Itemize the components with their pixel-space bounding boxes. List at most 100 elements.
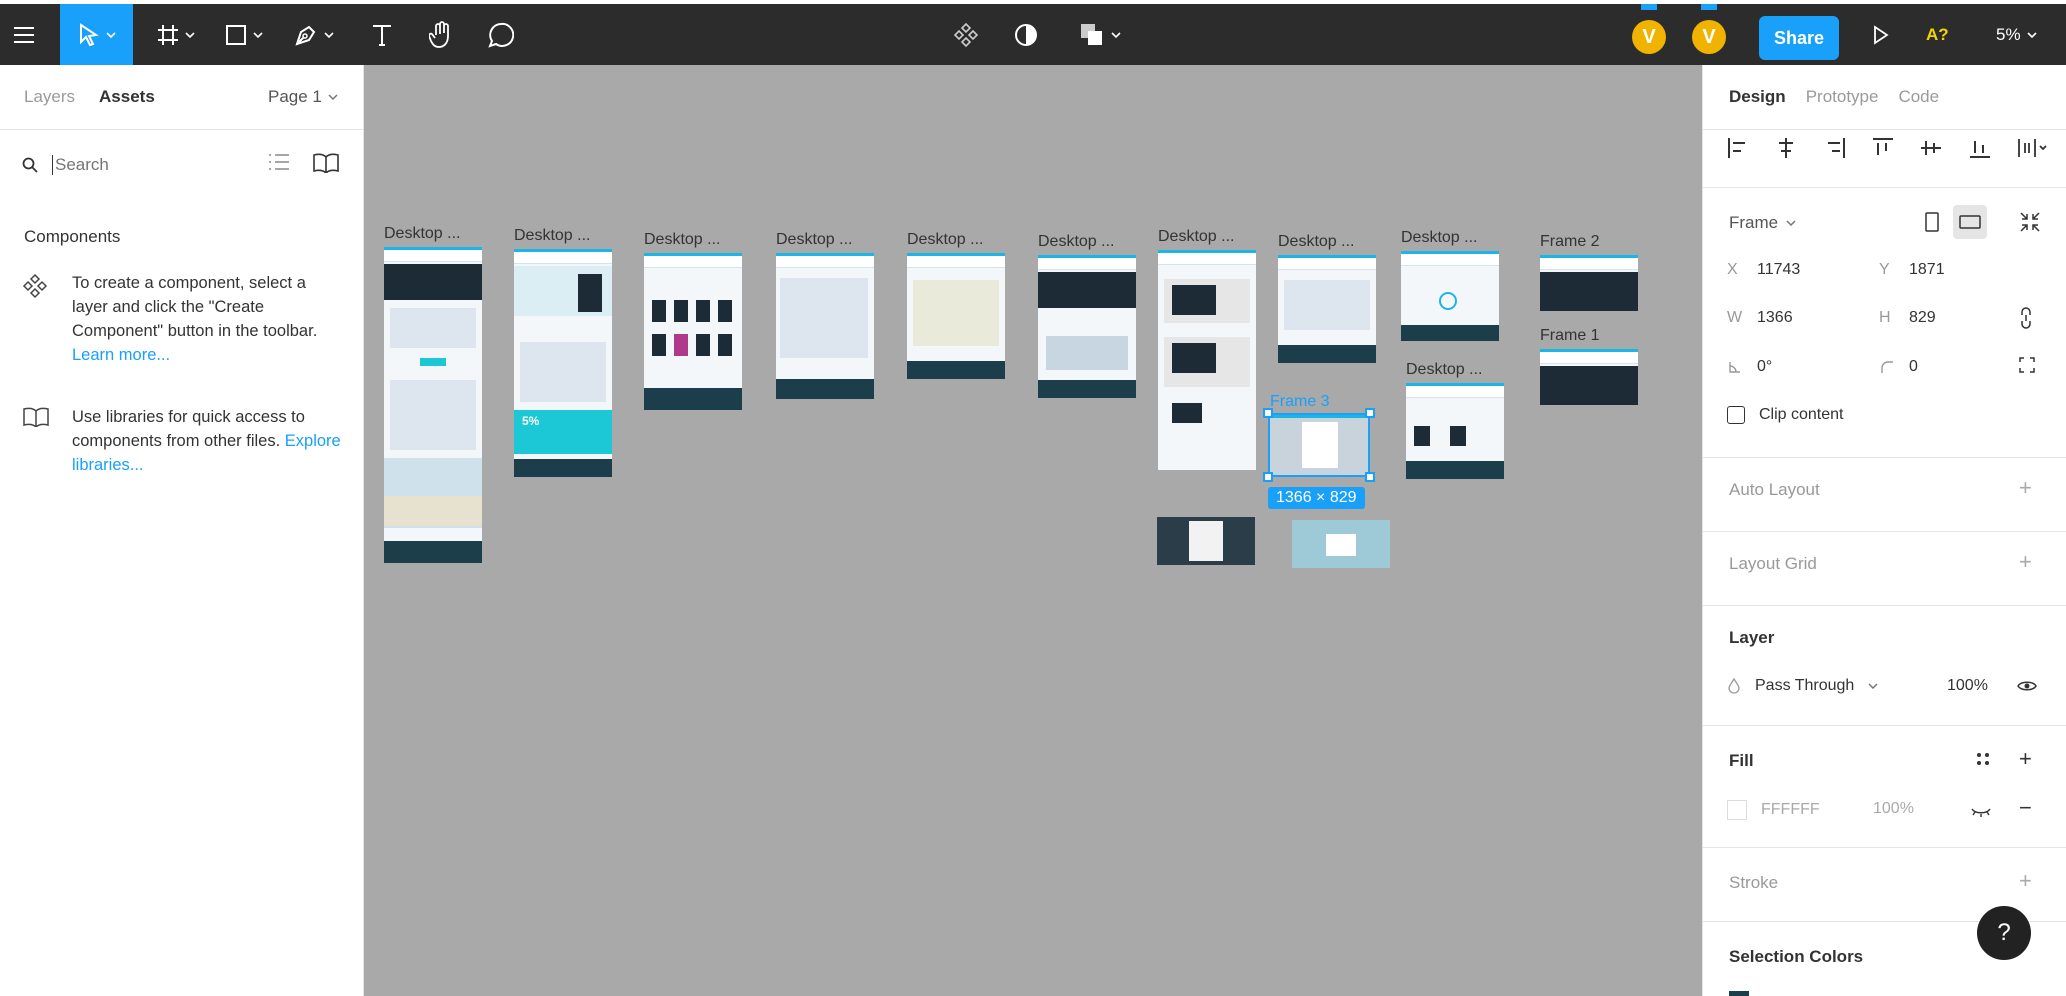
y-position-field[interactable]: Y 1871 bbox=[1879, 261, 1945, 279]
frame-thumbnail[interactable]: 5% bbox=[514, 249, 612, 477]
main-menu-button[interactable] bbox=[0, 4, 48, 65]
frame-label[interactable]: Desktop ... bbox=[1038, 233, 1114, 251]
resize-handle[interactable] bbox=[1365, 408, 1375, 418]
text-tool-button[interactable] bbox=[360, 4, 404, 65]
align-bottom-icon[interactable] bbox=[1969, 137, 1991, 159]
frame-thumbnail[interactable] bbox=[1292, 520, 1390, 568]
portrait-orientation-button[interactable] bbox=[1915, 205, 1949, 239]
mask-button[interactable] bbox=[1006, 4, 1046, 65]
height-field[interactable]: H 829 bbox=[1879, 309, 1936, 327]
resize-handle[interactable] bbox=[1263, 408, 1273, 418]
fill-styles-button[interactable] bbox=[1975, 751, 1991, 772]
x-position-field[interactable]: X 11743 bbox=[1727, 261, 1800, 279]
selection-box[interactable] bbox=[1268, 413, 1370, 477]
move-tool-button[interactable] bbox=[60, 4, 133, 65]
auto-layout-title: Auto Layout bbox=[1729, 480, 1820, 499]
tab-design[interactable]: Design bbox=[1729, 87, 1786, 107]
align-horizontal-center-icon[interactable] bbox=[1775, 137, 1797, 159]
zoom-dropdown[interactable]: 5% bbox=[1996, 25, 2037, 45]
team-library-button[interactable] bbox=[312, 153, 340, 178]
frame-thumbnail[interactable] bbox=[1158, 250, 1256, 470]
frame-thumbnail[interactable] bbox=[776, 253, 874, 399]
frame-label[interactable]: Desktop ... bbox=[1401, 229, 1477, 247]
frame-label[interactable]: Desktop ... bbox=[1278, 233, 1354, 251]
add-auto-layout-button[interactable]: + bbox=[2019, 475, 2032, 501]
corner-radius-icon bbox=[1881, 361, 1893, 373]
tab-assets[interactable]: Assets bbox=[99, 87, 155, 107]
search-input[interactable] bbox=[52, 155, 232, 175]
frame-thumbnail[interactable] bbox=[1157, 517, 1255, 565]
zoom-value: 5% bbox=[1996, 25, 2021, 44]
frame-thumbnail[interactable] bbox=[1278, 255, 1376, 363]
frame-tool-button[interactable] bbox=[148, 4, 204, 65]
clip-content-checkbox[interactable]: Clip content bbox=[1727, 406, 1844, 424]
fill-row[interactable]: FFFFFF bbox=[1727, 800, 1820, 820]
align-right-icon[interactable] bbox=[1824, 137, 1846, 159]
design-canvas[interactable]: Desktop ... Desktop ... 5% Desktop ... D bbox=[364, 65, 1702, 996]
fonts-missing-indicator[interactable]: A? bbox=[1926, 25, 1949, 45]
frame-thumbnail[interactable] bbox=[644, 253, 742, 410]
frame-thumbnail[interactable] bbox=[1540, 255, 1638, 311]
present-button[interactable] bbox=[1866, 4, 1896, 65]
collapse-arrows-icon bbox=[2020, 212, 2040, 232]
user-avatar[interactable]: V bbox=[1692, 4, 1726, 54]
list-view-button[interactable] bbox=[268, 153, 290, 176]
align-vertical-center-icon[interactable] bbox=[1920, 137, 1942, 159]
hand-tool-button[interactable] bbox=[420, 4, 464, 65]
comment-tool-button[interactable] bbox=[478, 4, 524, 65]
frame-label[interactable]: Frame 2 bbox=[1540, 233, 1600, 251]
resize-handle[interactable] bbox=[1263, 472, 1273, 482]
frame-label[interactable]: Frame 1 bbox=[1540, 327, 1600, 345]
frame-label[interactable]: Desktop ... bbox=[907, 231, 983, 249]
help-button[interactable]: ? bbox=[1977, 906, 2031, 960]
frame-label[interactable]: Desktop ... bbox=[776, 231, 852, 249]
width-field[interactable]: W 1366 bbox=[1727, 309, 1793, 327]
frame-label[interactable]: Desktop ... bbox=[384, 225, 460, 243]
add-stroke-button[interactable]: + bbox=[2019, 868, 2032, 894]
frame-thumbnail[interactable] bbox=[1540, 349, 1638, 405]
components-button[interactable] bbox=[946, 4, 986, 65]
resize-to-fit-button[interactable] bbox=[2013, 205, 2047, 239]
remove-fill-button[interactable]: − bbox=[2019, 795, 2032, 821]
frame-type-dropdown[interactable]: Frame bbox=[1729, 213, 1796, 233]
frame-thumbnail[interactable] bbox=[907, 253, 1005, 379]
fill-visibility-toggle[interactable] bbox=[1971, 805, 1991, 823]
rotation-field[interactable]: 0° bbox=[1727, 358, 1772, 376]
corner-radius-field[interactable]: 0 bbox=[1879, 358, 1918, 376]
selection-color-swatch[interactable] bbox=[1729, 991, 1749, 996]
blend-mode-dropdown[interactable]: Pass Through bbox=[1727, 677, 1878, 695]
add-layout-grid-button[interactable]: + bbox=[2019, 549, 2032, 575]
learn-more-link[interactable]: Learn more... bbox=[72, 346, 170, 364]
constrain-proportions-button[interactable] bbox=[2019, 307, 2033, 334]
tab-prototype[interactable]: Prototype bbox=[1806, 87, 1879, 107]
distribute-icon[interactable] bbox=[2017, 137, 2047, 159]
landscape-orientation-button[interactable] bbox=[1953, 205, 1987, 239]
frame-thumbnail[interactable] bbox=[384, 247, 482, 563]
visibility-toggle[interactable] bbox=[2017, 679, 2037, 698]
align-top-icon[interactable] bbox=[1872, 137, 1894, 159]
tab-code[interactable]: Code bbox=[1898, 87, 1939, 107]
frame-label[interactable]: Desktop ... bbox=[1406, 361, 1482, 379]
frame-label[interactable]: Desktop ... bbox=[514, 227, 590, 245]
fill-opacity-field[interactable]: 100% bbox=[1873, 800, 1914, 818]
fill-hex-value[interactable]: FFFFFF bbox=[1761, 801, 1820, 819]
frame-label[interactable]: Desktop ... bbox=[1158, 228, 1234, 246]
tab-layers[interactable]: Layers bbox=[24, 87, 75, 107]
frame-thumbnail[interactable] bbox=[1401, 251, 1499, 341]
frame-label[interactable]: Desktop ... bbox=[644, 231, 720, 249]
pen-tool-button[interactable] bbox=[284, 4, 344, 65]
align-left-icon[interactable] bbox=[1727, 137, 1749, 159]
selected-frame-label[interactable]: Frame 3 bbox=[1270, 393, 1330, 411]
frame-thumbnail[interactable] bbox=[1406, 383, 1504, 479]
resize-handle[interactable] bbox=[1365, 472, 1375, 482]
independent-corners-button[interactable] bbox=[2019, 357, 2035, 378]
page-selector[interactable]: Page 1 bbox=[268, 87, 338, 107]
user-avatar[interactable]: V bbox=[1632, 4, 1666, 54]
layer-opacity-field[interactable]: 100% bbox=[1947, 677, 1988, 695]
share-button[interactable]: Share bbox=[1759, 16, 1839, 60]
add-fill-button[interactable]: + bbox=[2019, 746, 2032, 772]
frame-thumbnail[interactable] bbox=[1038, 255, 1136, 398]
shape-tool-button[interactable] bbox=[216, 4, 272, 65]
boolean-ops-button[interactable] bbox=[1070, 4, 1130, 65]
fill-color-swatch[interactable] bbox=[1727, 800, 1747, 820]
